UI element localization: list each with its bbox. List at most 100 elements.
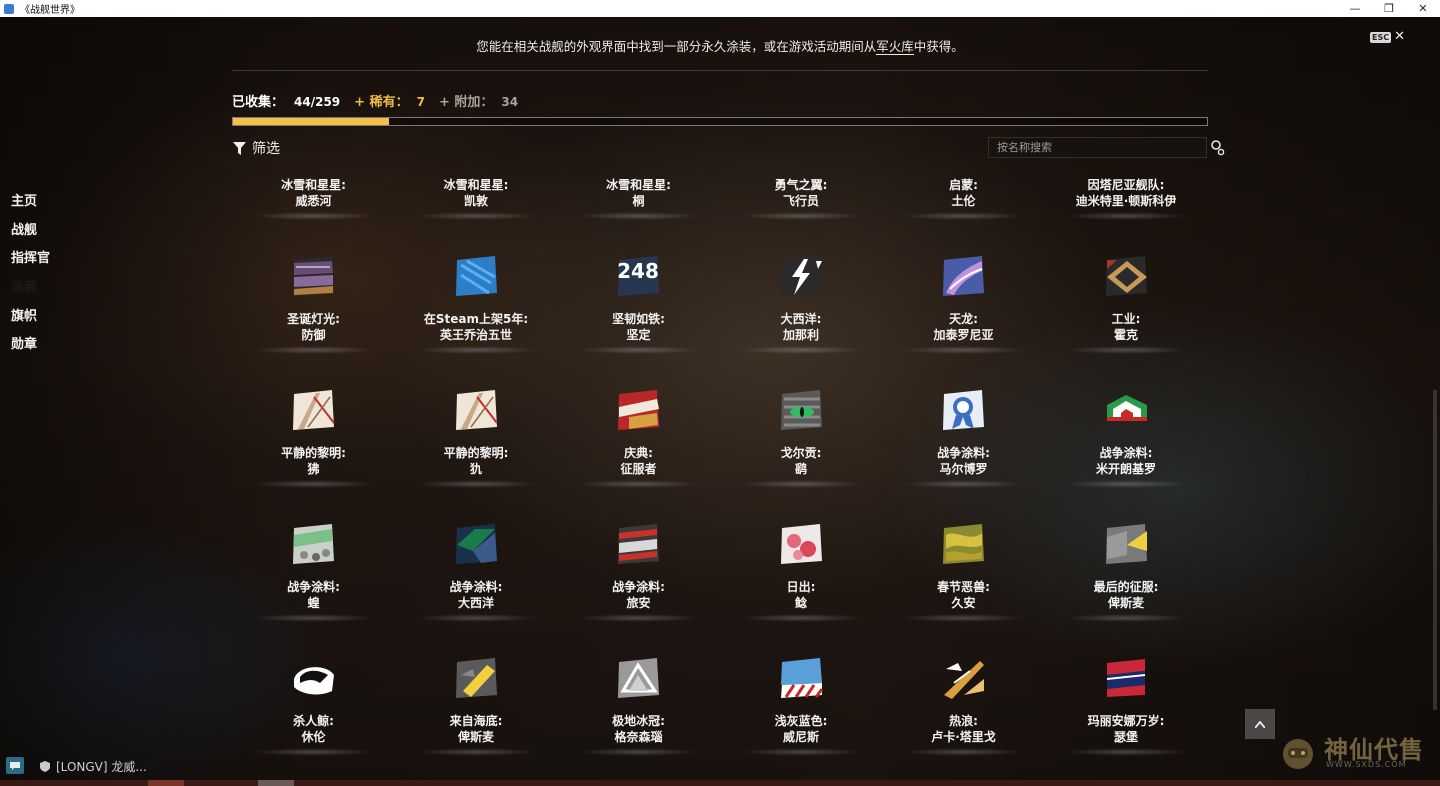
camo-name-line2: 威尼斯 bbox=[782, 730, 819, 744]
close-window-button[interactable]: ✕ bbox=[1406, 0, 1440, 17]
search-input[interactable] bbox=[988, 137, 1207, 158]
camo-name-line2: 大西洋 bbox=[457, 596, 494, 610]
card-underline bbox=[902, 614, 1025, 622]
camo-name-line2: 旅安 bbox=[626, 596, 651, 610]
camo-name-line1: 天龙: bbox=[949, 312, 978, 326]
card-underline bbox=[252, 346, 375, 354]
restore-button[interactable]: ❐ bbox=[1372, 0, 1406, 17]
camo-name-line1: 热浪: bbox=[949, 714, 978, 728]
camo-name-line1: 圣诞灯光: bbox=[287, 312, 340, 326]
camo-name-line1: 最后的征服: bbox=[1093, 580, 1159, 594]
camo-name: 战争涂料: 米开朗基罗 bbox=[1045, 445, 1208, 477]
sidebar-item-label: 指挥官 bbox=[11, 251, 51, 267]
camo-name-line2: 格奈森瑙 bbox=[614, 730, 663, 744]
esc-close-button[interactable]: ESC ✕ bbox=[1370, 29, 1406, 44]
rare-label: + 稀有： bbox=[354, 95, 409, 110]
camo-name-line1: 启蒙: bbox=[949, 178, 978, 192]
card-underline bbox=[1064, 748, 1188, 756]
background-shade bbox=[0, 17, 1440, 786]
camo-name: 春节恶兽: 久安 bbox=[882, 579, 1045, 611]
camo-name: 热浪: 卢卡·塔里戈 bbox=[882, 713, 1045, 745]
card-underline bbox=[739, 614, 863, 622]
teal-camo-icon bbox=[453, 521, 499, 567]
camo-name: 冰雪和星星: 威悉河 bbox=[232, 177, 395, 209]
card-underline bbox=[1064, 346, 1188, 354]
filter-icon bbox=[233, 141, 246, 155]
sidebar-item-label: 旗帜 bbox=[11, 308, 38, 324]
blue-pattern-camo-icon bbox=[453, 253, 499, 299]
orca-camo-icon bbox=[290, 655, 336, 701]
camo-name: 圣诞灯光: 防御 bbox=[232, 311, 395, 343]
purple-stripes-camo-icon bbox=[290, 253, 336, 299]
number-camo-icon: 248 bbox=[615, 253, 661, 299]
camo-name: 冰雪和星星: 桐 bbox=[557, 177, 720, 209]
sidebar-item[interactable]: 战舰 bbox=[0, 217, 150, 246]
green-camo-icon bbox=[290, 521, 336, 567]
camo-name-line2: 坚定 bbox=[626, 328, 651, 342]
dawn-camo-icon bbox=[290, 387, 336, 433]
camo-name-line1: 勇气之翼: bbox=[774, 178, 828, 192]
camo-name-line2: 防御 bbox=[301, 328, 326, 342]
hazard-camo-icon bbox=[778, 655, 824, 701]
sidebar-item[interactable]: 勋章 bbox=[0, 331, 150, 360]
card-underline bbox=[414, 614, 538, 622]
card-underline bbox=[1064, 212, 1188, 220]
camo-name-line1: 因塔尼亚舰队: bbox=[1087, 178, 1165, 192]
scroll-to-top-button[interactable] bbox=[1245, 709, 1275, 739]
camo-name-line2: 飞行员 bbox=[782, 194, 819, 208]
camo-name-line2: 征服者 bbox=[620, 462, 657, 476]
card-underline bbox=[739, 748, 863, 756]
polar-camo-icon bbox=[615, 655, 661, 701]
collection-progress-bar bbox=[232, 117, 1208, 126]
lightning-camo-icon bbox=[778, 253, 824, 299]
sidebar-item-label: 战舰 bbox=[11, 222, 38, 238]
sidebar-item[interactable]: 指挥官 bbox=[0, 245, 150, 274]
dragon-camo-icon bbox=[940, 253, 986, 299]
chat-icon[interactable] bbox=[6, 757, 24, 774]
card-underline bbox=[252, 480, 375, 488]
card-underline bbox=[252, 614, 375, 622]
armory-link[interactable]: 军火库 bbox=[876, 39, 914, 55]
camo-name-line2: 鲶 bbox=[794, 596, 807, 610]
sidebar-item[interactable]: 主页 bbox=[0, 188, 150, 217]
camo-name: 庆典: 征服者 bbox=[557, 445, 720, 477]
camo-name-line2: 凯敦 bbox=[463, 194, 488, 208]
camo-name-line2: 蝗 bbox=[307, 596, 320, 610]
sidebar-item[interactable]: 涂装 bbox=[0, 274, 150, 303]
extra-label: + 附加： bbox=[438, 95, 494, 110]
card-underline bbox=[577, 212, 700, 220]
card-underline bbox=[902, 212, 1025, 220]
camo-name-line2: 狒 bbox=[307, 462, 320, 476]
window-controls: — ❐ ✕ bbox=[1338, 0, 1440, 17]
bottom-bar-segment bbox=[148, 780, 184, 786]
sidebar-item[interactable]: 旗帜 bbox=[0, 303, 150, 332]
card-underline bbox=[414, 212, 538, 220]
card-underline bbox=[902, 480, 1025, 488]
card-underline bbox=[1064, 480, 1188, 488]
chat-message-text: [LONGV] 龙威... bbox=[56, 760, 147, 774]
beast-camo-icon bbox=[940, 521, 986, 567]
card-underline bbox=[414, 346, 538, 354]
app-icon bbox=[4, 3, 14, 14]
camo-name: 在Steam上架5年: 英王乔治五世 bbox=[395, 311, 558, 343]
scrollbar[interactable] bbox=[1433, 390, 1437, 710]
gorgon-eye-camo-icon bbox=[778, 387, 824, 433]
yellow-grey-camo-icon bbox=[1103, 521, 1149, 567]
camo-name: 最后的征服: 俾斯麦 bbox=[1045, 579, 1208, 611]
camo-name: 平静的黎明: 狒 bbox=[232, 445, 395, 477]
watermark-url: WWW.SXDS.COM bbox=[1326, 760, 1407, 769]
camo-name: 杀人鲸: 休伦 bbox=[232, 713, 395, 745]
close-icon: ✕ bbox=[1394, 29, 1406, 44]
industrial-camo-icon bbox=[1103, 253, 1149, 299]
card-underline bbox=[1064, 614, 1188, 622]
camo-name: 工业: 霍克 bbox=[1045, 311, 1208, 343]
camo-name-line1: 战争涂料: bbox=[1099, 446, 1153, 460]
shield-icon bbox=[40, 761, 50, 772]
card-underline bbox=[252, 748, 375, 756]
camo-name-line1: 平静的黎明: bbox=[443, 446, 509, 460]
camo-name-line1: 战争涂料: bbox=[937, 446, 990, 460]
camo-name-line1: 杀人鲸: bbox=[293, 714, 334, 728]
minimize-button[interactable]: — bbox=[1338, 0, 1372, 17]
gear-icon[interactable] bbox=[1210, 139, 1225, 156]
filter-button[interactable]: 筛选 bbox=[233, 138, 280, 158]
